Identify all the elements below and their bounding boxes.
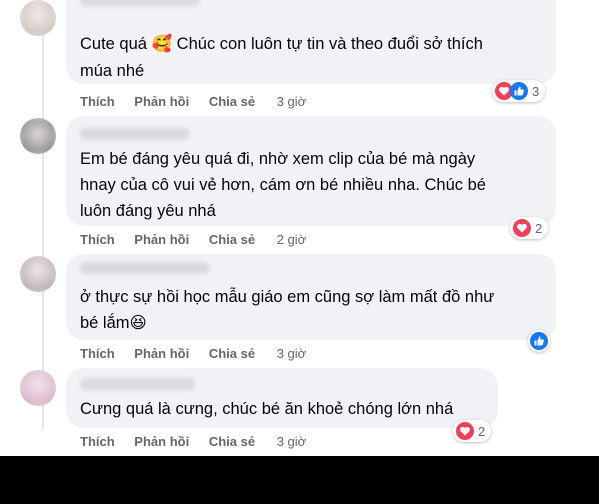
comment-text-line: bé lắm😆	[80, 314, 147, 332]
comment-text-line: Em bé đáng yêu quá đi, nhờ xem clip của …	[80, 150, 476, 168]
comment-bubble: Cưng quá là cưng, chúc bé ăn khoẻ chóng …	[66, 368, 498, 428]
black-bottom-bar	[0, 456, 599, 504]
reply-button[interactable]: Phản hồi	[134, 346, 189, 361]
reply-button[interactable]: Phản hồi	[134, 94, 189, 109]
thumbs-up-icon	[510, 82, 528, 100]
share-button[interactable]: Chia sẻ	[209, 434, 255, 449]
avatar[interactable]	[20, 256, 56, 292]
comment-text-line: Cute quá 🥰 Chúc con luôn tự tin và theo …	[80, 35, 483, 53]
reaction-summary[interactable]: 2	[453, 420, 492, 442]
reaction-count: 2	[478, 423, 486, 439]
comment-text-line: hnay của cô vui vẻ hơn, cám ơn bé nhiều …	[80, 176, 486, 194]
like-button[interactable]: Thích	[80, 346, 115, 361]
comment-text-line: luôn đáng yêu nhá	[80, 202, 216, 220]
avatar[interactable]	[20, 0, 56, 36]
commenter-name-blurred[interactable]	[80, 128, 190, 140]
comment-text-line: múa nhé	[80, 62, 145, 80]
comment-actions: Thích Phản hồi Chia sẻ 3 giờ	[80, 346, 322, 361]
reaction-summary[interactable]: 2	[510, 217, 549, 239]
heart-icon	[513, 219, 531, 237]
reaction-count: 2	[535, 220, 543, 236]
avatar[interactable]	[20, 118, 56, 154]
reply-button[interactable]: Phản hồi	[134, 232, 189, 247]
like-button[interactable]: Thích	[80, 94, 115, 109]
comment-timestamp[interactable]: 3 giờ	[277, 434, 307, 449]
like-button[interactable]: Thích	[80, 434, 115, 449]
share-button[interactable]: Chia sẻ	[209, 232, 255, 247]
reaction-summary[interactable]: 3	[492, 80, 546, 102]
commenter-name-blurred[interactable]	[80, 378, 195, 390]
thumbs-up-icon	[530, 332, 548, 350]
commenter-name-blurred[interactable]	[80, 0, 200, 6]
like-button[interactable]: Thích	[80, 232, 115, 247]
comment-bubble: Cute quá 🥰 Chúc con luôn tự tin và theo …	[66, 0, 556, 84]
comment-bubble: Em bé đáng yêu quá đi, nhờ xem clip của …	[66, 116, 556, 226]
comment-text-line: Cưng quá là cưng, chúc bé ăn khoẻ chóng …	[80, 400, 454, 418]
comment-actions: Thích Phản hồi Chia sẻ 3 giờ	[80, 434, 322, 449]
comment-actions: Thích Phản hồi Chia sẻ 3 giờ	[80, 94, 322, 109]
reaction-count: 3	[532, 83, 540, 99]
comment-timestamp[interactable]: 3 giờ	[277, 346, 307, 361]
share-button[interactable]: Chia sẻ	[209, 94, 255, 109]
avatar[interactable]	[20, 370, 56, 406]
comment-bubble: ở thực sự hồi học mẫu giáo em cũng sợ là…	[66, 254, 556, 340]
reaction-summary[interactable]	[528, 330, 550, 352]
commenter-name-blurred[interactable]	[80, 262, 210, 274]
reply-button[interactable]: Phản hồi	[134, 434, 189, 449]
share-button[interactable]: Chia sẻ	[209, 346, 255, 361]
comment-timestamp[interactable]: 3 giờ	[277, 94, 307, 109]
comment-timestamp[interactable]: 2 giờ	[277, 232, 307, 247]
heart-icon	[456, 422, 474, 440]
comment-text-line: ở thực sự hồi học mẫu giáo em cũng sợ là…	[80, 288, 495, 306]
comment-actions: Thích Phản hồi Chia sẻ 2 giờ	[80, 232, 322, 247]
